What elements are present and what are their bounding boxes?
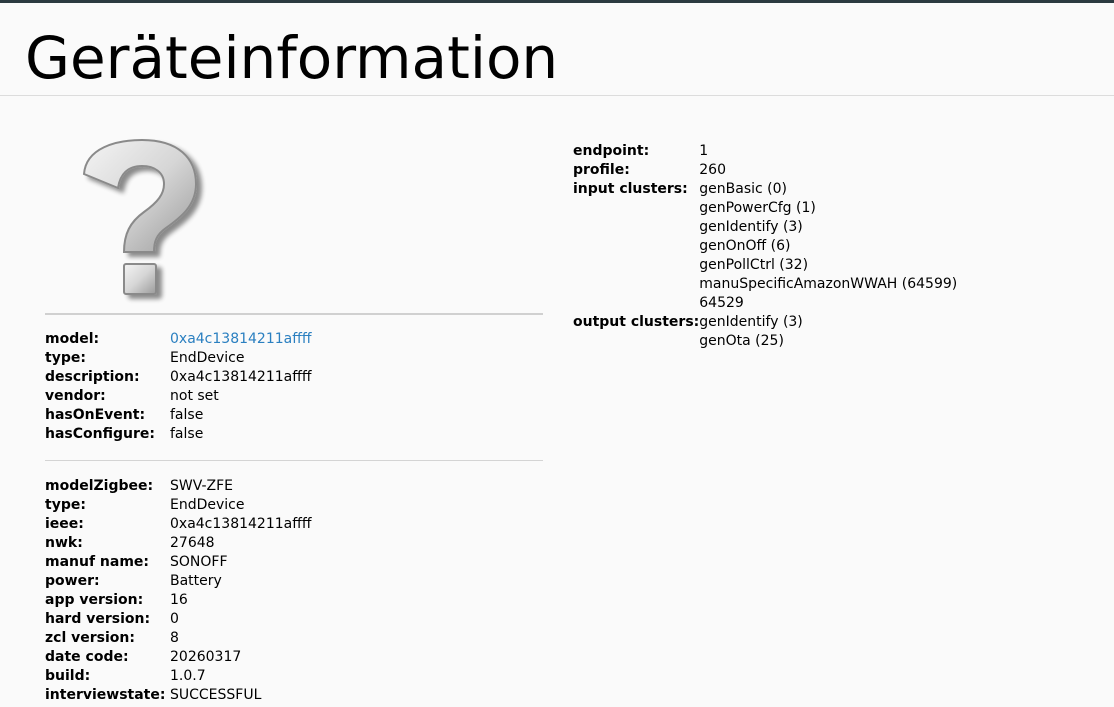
- vendor-label: vendor:: [45, 388, 106, 404]
- table-row: zcl version: 8: [45, 629, 312, 648]
- zigbee-label: build:: [45, 668, 91, 684]
- page-title: Geräteinformation: [25, 24, 559, 92]
- device-info-table: model: 0xa4c13814211affff type: EndDevic…: [45, 330, 312, 444]
- type-value: EndDevice: [170, 350, 245, 366]
- has-on-event-label: hasOnEvent:: [45, 407, 146, 423]
- zigbee-label: interviewstate:: [45, 687, 166, 703]
- table-row: endpoint: 1: [573, 142, 957, 161]
- list-item: genBasic (0): [699, 181, 787, 197]
- list-item: 64529: [699, 295, 744, 311]
- zigbee-label: ieee:: [45, 516, 84, 532]
- question-mark-icon: [80, 136, 210, 306]
- profile-value: 260: [699, 162, 726, 178]
- table-row: hasConfigure: false: [45, 425, 312, 444]
- table-row: interviewstate: SUCCESSFUL: [45, 686, 312, 705]
- has-on-event-value: false: [170, 407, 204, 423]
- type-label: type:: [45, 350, 86, 366]
- zigbee-info-table: modelZigbee: SWV-ZFE type: EndDevice ieee:…: [45, 477, 312, 705]
- endpoint-info-column: endpoint: 1 profile: 260 input clusters:…: [573, 142, 957, 351]
- table-row: type: EndDevice: [45, 349, 312, 368]
- zigbee-label: modelZigbee:: [45, 478, 154, 494]
- input-clusters-list: genBasic (0) genPowerCfg (1) genIdentify…: [699, 180, 957, 313]
- zigbee-value: 20260317: [170, 649, 242, 665]
- table-row: manuf name: SONOFF: [45, 553, 312, 572]
- table-row: nwk: 27648: [45, 534, 312, 553]
- divider: [45, 313, 543, 315]
- list-item: genIdentify (3): [699, 219, 803, 235]
- profile-label: profile:: [573, 162, 630, 178]
- list-item: genOta (25): [699, 333, 784, 349]
- table-row: hasOnEvent: false: [45, 406, 312, 425]
- zigbee-label: power:: [45, 573, 100, 589]
- endpoint-label: endpoint:: [573, 143, 650, 159]
- zigbee-value: EndDevice: [170, 497, 245, 513]
- table-row: type: EndDevice: [45, 496, 312, 515]
- vendor-value: not set: [170, 388, 219, 404]
- table-row: date code: 20260317: [45, 648, 312, 667]
- description-value: 0xa4c13814211affff: [170, 369, 312, 385]
- zigbee-value: Battery: [170, 573, 222, 589]
- zigbee-label: date code:: [45, 649, 129, 665]
- table-row: description: 0xa4c13814211affff: [45, 368, 312, 387]
- table-row: hard version: 0: [45, 610, 312, 629]
- table-row: model: 0xa4c13814211affff: [45, 330, 312, 349]
- description-label: description:: [45, 369, 140, 385]
- zigbee-label: zcl version:: [45, 630, 135, 646]
- model-link[interactable]: 0xa4c13814211affff: [170, 330, 312, 349]
- table-row: app version: 16: [45, 591, 312, 610]
- zigbee-value: 0: [170, 611, 179, 627]
- list-item: genPollCtrl (32): [699, 257, 809, 273]
- table-row: profile: 260: [573, 161, 957, 180]
- zigbee-value: SONOFF: [170, 554, 228, 570]
- output-clusters-list: genIdentify (3) genOta (25): [699, 313, 957, 351]
- zigbee-label: app version:: [45, 592, 144, 608]
- list-item: genPowerCfg (1): [699, 200, 816, 216]
- zigbee-value: 27648: [170, 535, 215, 551]
- zigbee-value: 16: [170, 592, 188, 608]
- list-item: genIdentify (3): [699, 314, 803, 330]
- zigbee-label: nwk:: [45, 535, 83, 551]
- page-header: Geräteinformation: [0, 3, 1114, 96]
- output-clusters-label: output clusters:: [573, 314, 700, 330]
- list-item: genOnOff (6): [699, 238, 791, 254]
- endpoint-value: 1: [699, 143, 709, 159]
- zigbee-value: SWV-ZFE: [170, 478, 234, 494]
- table-row: build: 1.0.7: [45, 667, 312, 686]
- input-clusters-label: input clusters:: [573, 181, 688, 197]
- divider: [45, 460, 543, 461]
- zigbee-label: type:: [45, 497, 86, 513]
- table-row: vendor: not set: [45, 387, 312, 406]
- zigbee-value: SUCCESSFUL: [170, 687, 262, 703]
- table-row: power: Battery: [45, 572, 312, 591]
- has-configure-label: hasConfigure:: [45, 426, 155, 442]
- table-row: ieee: 0xa4c13814211affff: [45, 515, 312, 534]
- endpoint-table: endpoint: 1 profile: 260 input clusters:…: [573, 142, 957, 351]
- model-label: model:: [45, 331, 100, 347]
- zigbee-value: 8: [170, 630, 179, 646]
- has-configure-value: false: [170, 426, 204, 442]
- table-row: input clusters: genBasic (0) genPowerCfg…: [573, 180, 957, 313]
- zigbee-value: 1.0.7: [170, 668, 206, 684]
- table-row: modelZigbee: SWV-ZFE: [45, 477, 312, 496]
- zigbee-value: 0xa4c13814211affff: [170, 516, 312, 532]
- zigbee-label: hard version:: [45, 611, 151, 627]
- list-item: manuSpecificAmazonWWAH (64599): [699, 276, 958, 292]
- zigbee-label: manuf name:: [45, 554, 150, 570]
- table-row: output clusters: genIdentify (3) genOta …: [573, 313, 957, 351]
